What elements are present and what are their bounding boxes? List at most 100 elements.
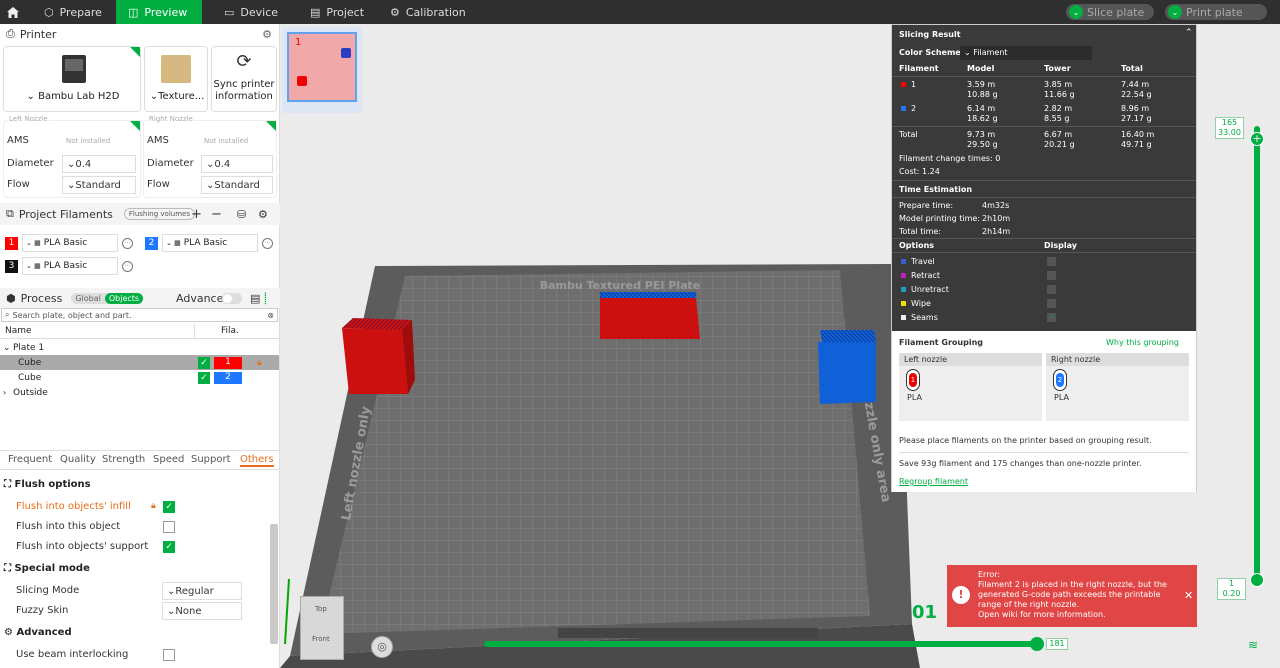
settings-tabs: Frequent Quality Strength Speed Support … <box>0 450 280 470</box>
tab-calibration[interactable]: ⚙ Calibration <box>378 0 478 24</box>
right-diameter-select[interactable]: ⌄ 0.4 <box>201 155 273 173</box>
tab-prepare[interactable]: ⬡ Prepare <box>32 0 116 24</box>
total-weight: 22.54 g <box>1121 90 1152 99</box>
table-row[interactable]: Cube ✓ 1 🔒︎ <box>0 355 279 370</box>
tab-strength[interactable]: Strength <box>102 454 145 465</box>
sync-ams-icon[interactable]: ⛁ <box>237 208 246 221</box>
filament-badge[interactable]: 2 <box>214 371 242 384</box>
left-flow-select[interactable]: ⌄ Standard <box>62 176 136 194</box>
more-icon[interactable]: ··· <box>262 237 273 249</box>
why-grouping-link[interactable]: Why this grouping <box>1106 338 1179 347</box>
lock-icon[interactable]: 🔒︎ <box>257 358 262 368</box>
chevron-down-icon[interactable]: ⌄ <box>3 343 11 353</box>
tab-preview[interactable]: ◫ Preview <box>116 0 202 24</box>
global-option[interactable]: Global <box>71 293 105 304</box>
chevron-down-icon[interactable]: ⌄ <box>1069 5 1083 19</box>
layers-icon[interactable]: ≋ <box>1248 638 1258 652</box>
error-message: Filament 2 is placed in the right nozzle… <box>978 580 1167 609</box>
vertical-layer-slider[interactable] <box>1254 126 1260 581</box>
search-bar[interactable]: ⌕ Search plate, object and part. ⊗ <box>1 308 278 322</box>
chevron-down-icon[interactable]: ⌄ <box>1168 5 1182 19</box>
right-nozzle-title: Right Nozzle <box>148 115 194 123</box>
checkbox-checked[interactable]: ✓ <box>198 356 210 369</box>
slicing-mode-select[interactable]: ⌄ Regular <box>162 582 242 600</box>
filament-slot-1[interactable]: 1 ⌄ ▦ PLA Basic ··· <box>5 234 133 252</box>
chevron-right-icon[interactable]: › <box>3 388 6 397</box>
wipe-swatch <box>901 301 906 306</box>
tab-project[interactable]: ▤ Project <box>298 0 378 24</box>
clear-icon[interactable]: ⊗ <box>267 311 274 320</box>
beam-interlocking-checkbox[interactable] <box>163 649 175 661</box>
more-icon[interactable]: ··· <box>122 260 133 272</box>
filament-slot-2[interactable]: 2 ⌄ ▦ PLA Basic ··· <box>145 234 273 252</box>
flush-infill-checkbox[interactable]: ✓ <box>163 501 175 513</box>
search-input[interactable]: Search plate, object and part. <box>12 311 131 320</box>
compare-icon[interactable]: ▤ <box>250 292 260 305</box>
collapse-icon[interactable]: ⌃ <box>1185 28 1193 38</box>
wipe-checkbox[interactable] <box>1047 299 1056 308</box>
objects-option[interactable]: Objects <box>104 292 144 304</box>
tab-device[interactable]: ▭ Device <box>212 0 292 24</box>
close-icon[interactable]: ✕ <box>1184 589 1193 602</box>
printer-select[interactable]: ⌄ Bambu Lab H2D <box>3 46 141 112</box>
travel-checkbox[interactable] <box>1047 257 1056 266</box>
add-icon[interactable]: + <box>191 207 202 222</box>
view-cube[interactable]: Top Front <box>300 596 344 660</box>
print-plate-button[interactable]: ⌄ Print plate <box>1165 4 1267 20</box>
project-icon: ▤ <box>310 5 321 19</box>
flush-this-checkbox[interactable] <box>163 521 175 533</box>
fuzzy-skin-select[interactable]: ⌄ None <box>162 602 242 620</box>
print-plate-label: Print plate <box>1186 5 1243 19</box>
tab-label: Calibration <box>405 5 466 19</box>
advanced-toggle[interactable] <box>222 292 242 304</box>
top-slider-thumb[interactable]: + <box>1250 132 1264 146</box>
tab-support[interactable]: Support <box>191 454 231 465</box>
gear-icon[interactable]: ⚙ <box>262 28 272 41</box>
seams-checkbox[interactable]: ✓ <box>1047 313 1056 322</box>
scrollbar[interactable] <box>270 524 278 644</box>
filament-select[interactable]: ⌄ ▦ PLA Basic <box>22 257 118 275</box>
settings-tree-icon[interactable]: ⸽ <box>264 291 267 306</box>
tab-frequent[interactable]: Frequent <box>8 454 52 465</box>
scope-toggle[interactable]: Global Objects <box>71 292 144 304</box>
color-scheme-select[interactable]: ⌄ Filament <box>960 46 1092 60</box>
sync-printer-button[interactable]: ⟳ Sync printer information <box>211 46 277 112</box>
filament-badge[interactable]: 1 <box>214 356 242 369</box>
left-material: PLA <box>907 393 922 402</box>
more-icon[interactable]: ··· <box>122 237 133 249</box>
slice-plate-button[interactable]: ⌄ Slice plate <box>1066 4 1154 20</box>
bottom-slider-thumb[interactable] <box>1250 573 1264 587</box>
flush-support-checkbox[interactable]: ✓ <box>163 541 175 553</box>
calibration-icon: ⚙ <box>390 5 400 19</box>
remove-icon[interactable]: − <box>211 207 222 222</box>
filament-select[interactable]: ⌄ ▦ PLA Basic <box>162 234 258 252</box>
retract-checkbox[interactable] <box>1047 271 1056 280</box>
plate-row[interactable]: ⌄ Plate 1 <box>0 340 279 355</box>
place-message: Please place filaments on the printer ba… <box>899 436 1152 445</box>
layer-indicator: 01 <box>912 602 938 623</box>
tab-speed[interactable]: Speed <box>153 454 184 465</box>
regroup-link[interactable]: Regroup filament <box>899 477 968 486</box>
filament-select[interactable]: ⌄ ▦ PLA Basic <box>22 234 118 252</box>
tab-others[interactable]: Others <box>240 454 274 467</box>
outside-row[interactable]: › Outside <box>0 385 279 400</box>
gear-icon[interactable]: ⚙ <box>258 208 268 221</box>
flushing-volumes-button[interactable]: Flushing volumes <box>123 208 195 220</box>
camera-reset-icon[interactable]: ◎ <box>371 636 393 658</box>
horizontal-slider[interactable] <box>484 641 1036 647</box>
table-row[interactable]: Cube ✓ 2 <box>0 370 279 385</box>
right-flow-select[interactable]: ⌄ Standard <box>201 176 273 194</box>
filament-slot-3[interactable]: 3 ⌄ ▦ PLA Basic ··· <box>5 257 133 275</box>
home-icon[interactable] <box>0 0 26 24</box>
tab-quality[interactable]: Quality <box>60 454 96 465</box>
left-diameter-select[interactable]: ⌄ 0.4 <box>62 155 136 173</box>
error-wiki-link[interactable]: Open wiki for more information. <box>978 610 1106 619</box>
process-icon: ⬢ <box>6 291 16 305</box>
plate-thumbnail[interactable]: 1 <box>287 32 357 102</box>
lock-icon[interactable]: 🔒︎ <box>151 501 156 511</box>
plate-select[interactable]: ⌄Texture... <box>144 46 208 112</box>
unretract-checkbox[interactable] <box>1047 285 1056 294</box>
horizontal-slider-thumb[interactable] <box>1030 637 1044 651</box>
error-title: Error: <box>978 570 1001 579</box>
checkbox-checked[interactable]: ✓ <box>198 371 210 384</box>
